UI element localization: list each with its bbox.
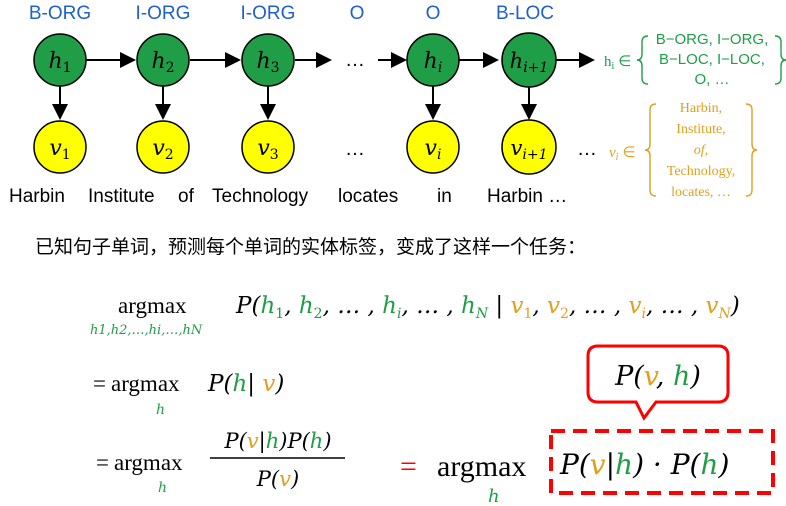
word: Harbin [9,186,65,207]
final-equals: = [400,450,417,483]
final-formula: = argmax h P(v|h) · P(h) [400,429,775,506]
bayes-denominator: P(v) [256,467,299,491]
visible-node: v2 [136,120,190,174]
set-line: Technology, [667,164,735,179]
hidden-node: hi [406,33,460,87]
word: Technology [212,186,309,207]
set-symbol: ∈ [622,145,635,161]
node-sub: 3 [270,147,279,163]
argmax: argmax [118,293,187,318]
visible-ellipsis: … [345,138,365,160]
hidden-node: h3 [241,33,295,87]
set-prefix-sub: i [612,61,615,72]
equals: = [93,371,106,396]
hidden-node: h2 [136,33,190,87]
node-sub: 1 [62,147,71,163]
visible-word-set: vi ∈ Harbin, Institute, of, Technology, l… [609,101,758,200]
formula-line-3: = argmax h P(v|h)P(h) P(v) [96,429,345,496]
set-symbol: ∈ [618,54,631,70]
final-argmax: argmax [437,450,526,483]
final-product: P(v|h) · P(h) [559,448,729,481]
argmax-subscript: h [156,402,165,418]
set-left-brace [636,35,649,85]
visible-node: v1 [33,120,87,174]
node-base: h [256,49,270,74]
svg-text:=argmax: = argmax [93,371,180,396]
visible-nodes: v1 v2 v3 … vi vi+1 … [33,119,597,175]
set-right-brace [745,103,758,197]
node-sub: 2 [166,60,175,76]
set-prefix-sub: i [616,152,619,163]
final-argmax-subscript: h [488,486,500,506]
emission-arrows [52,86,537,120]
visible-node: vi [406,120,460,174]
equals: = [96,450,109,475]
set-line: of, [694,143,708,158]
node-sub: i+1 [522,147,547,163]
argmax: argmax [111,371,180,396]
task-description: 已知句子单词，预测每个单词的实体标签，变成了这样一个任务： [35,236,587,258]
word: locates [338,186,399,207]
visible-node: v3 [241,120,295,174]
formula-line-1: argmax h1,h2,…,hi,…,hN P(h1, h2, … , hi,… [90,293,740,338]
svg-text:vi∈: vi ∈ [609,145,636,163]
node-sub: i [438,60,442,76]
set-right-brace [774,35,786,85]
node-sub: 2 [165,147,174,163]
tag-label: I-ORG [241,3,296,24]
visible-node: vi+1 [501,119,557,175]
word: in [437,186,452,207]
node-base: h [424,49,438,74]
node-sub: i [437,147,441,163]
tag-labels: B-ORG I-ORG I-ORG O O B-LOC [29,3,554,24]
visible-trailing-ellipsis: … [577,138,597,160]
node-base: h [151,49,165,74]
node-base: h [48,49,62,74]
posterior: P(h| v) [207,371,284,397]
joint-conditional: P(h1, h2, … , hi, … , hN | v1, v2, … , v… [235,293,740,322]
set-line: Harbin, [680,101,722,116]
argmax: argmax [114,450,183,475]
hidden-node: hi+1 [501,32,557,88]
formula-line-2: = argmax h P(h| v) [93,371,284,418]
hidden-node: h1 [33,33,87,87]
set-left-brace [644,103,657,197]
argmax-subscript: h [158,480,167,496]
node-base: v [511,136,523,160]
tag-label: B-ORG [29,3,91,24]
chain-ellipsis: … [345,49,365,71]
node-base: v [257,136,270,161]
node-sub: i+1 [523,60,548,76]
node-base: v [49,136,62,161]
tag-label: O [350,3,365,24]
joint-callout: P(v, h) [586,344,730,421]
set-line: Institute, [676,122,725,137]
node-sub: 1 [63,60,72,76]
tag-label: I-ORG [136,3,191,24]
hidden-state-set: hi ∈ B−ORG, I−ORG, B−LOC, I−LOC, O, … [604,31,786,88]
svg-text:=argmax: = argmax [96,450,183,475]
node-base: v [425,136,438,161]
node-sub: 3 [271,60,280,76]
node-base: h [510,49,524,73]
set-line: B−LOC, I−LOC, [659,51,765,68]
argmax-subscript: h1,h2,…,hi,…,hN [90,323,203,338]
set-line: O, … [694,71,729,88]
set-line: locates, … [671,185,731,200]
tag-label: O [426,3,441,24]
svg-text:hi∈: hi ∈ [604,54,631,72]
node-base: v [152,136,165,161]
word: Harbin … [487,186,568,207]
tag-label: B-LOC [496,3,554,24]
bayes-numerator: P(v|h)P(h) [223,429,331,454]
word: Institute [88,186,155,207]
word: of [178,186,194,207]
callout-formula: P(v, h) [614,361,701,392]
set-line: B−ORG, I−ORG, [656,31,769,48]
